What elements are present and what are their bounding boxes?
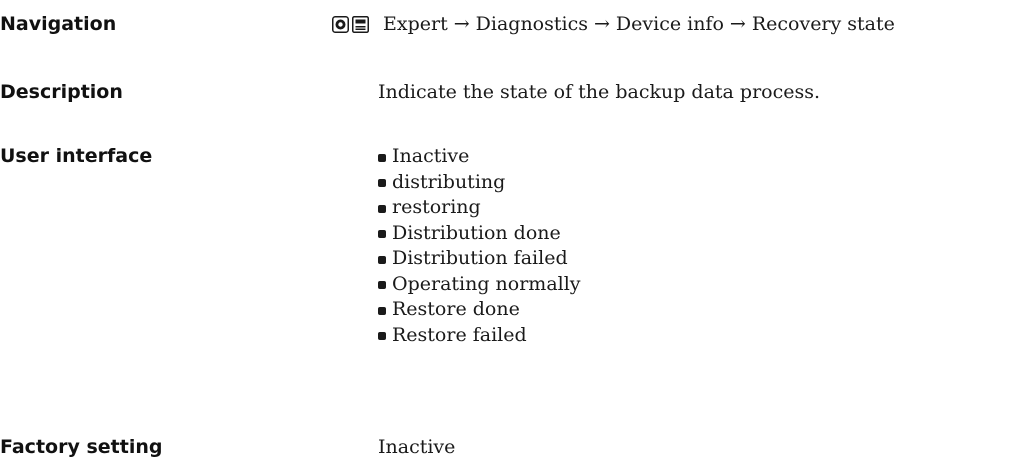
parameter-description-page: Navigation Expert → Diagnostics → Device… — [0, 0, 1030, 473]
breadcrumb-item-diagnostics: Diagnostics — [475, 13, 588, 35]
user-interface-label: User interface — [0, 145, 153, 167]
display-menu-icon — [352, 15, 369, 33]
list-item: Inactive — [378, 144, 581, 170]
bullet-icon — [378, 332, 386, 341]
option-label: Restore done — [392, 298, 520, 320]
breadcrumb-arrow-icon: → — [593, 13, 610, 35]
user-interface-options-list: Inactive distributing restoring Distribu… — [378, 144, 581, 348]
list-item: Restore done — [378, 297, 581, 323]
breadcrumb-arrow-icon: → — [453, 13, 470, 35]
list-item: restoring — [378, 195, 581, 221]
list-item: Restore failed — [378, 323, 581, 349]
breadcrumb-item-device-info: Device info — [615, 13, 724, 35]
option-label: restoring — [392, 196, 481, 218]
bullet-icon — [378, 179, 386, 188]
breadcrumb-item-recovery-state: Recovery state — [751, 13, 895, 35]
navigation-value: Expert → Diagnostics → Device info → Rec… — [332, 12, 895, 36]
list-item: Operating normally — [378, 272, 581, 298]
description-text: Indicate the state of the backup data pr… — [378, 81, 821, 103]
option-label: Operating normally — [392, 272, 581, 295]
bullet-icon — [378, 153, 386, 162]
navigation-icons — [332, 15, 369, 33]
factory-setting-label: Factory setting — [0, 436, 163, 458]
bullet-icon — [378, 255, 386, 264]
option-label: Inactive — [392, 145, 470, 167]
operating-menu-icon — [332, 15, 349, 33]
bullet-icon — [378, 281, 386, 290]
bullet-icon — [378, 230, 386, 239]
description-label: Description — [0, 81, 123, 103]
list-item: distributing — [378, 170, 581, 196]
option-label: distributing — [392, 170, 506, 193]
list-item: Distribution failed — [378, 246, 581, 272]
list-item: Distribution done — [378, 221, 581, 247]
bullet-icon — [378, 306, 386, 315]
option-label: Distribution failed — [392, 247, 568, 269]
breadcrumb-arrow-icon: → — [729, 13, 746, 35]
navigation-label: Navigation — [0, 13, 117, 35]
option-label: Distribution done — [392, 221, 561, 244]
navigation-breadcrumb: Expert → Diagnostics → Device info → Rec… — [383, 12, 895, 36]
option-label: Restore failed — [392, 323, 527, 346]
breadcrumb-item-expert: Expert — [383, 13, 448, 35]
factory-setting-value: Inactive — [378, 436, 456, 458]
bullet-icon — [378, 204, 386, 213]
